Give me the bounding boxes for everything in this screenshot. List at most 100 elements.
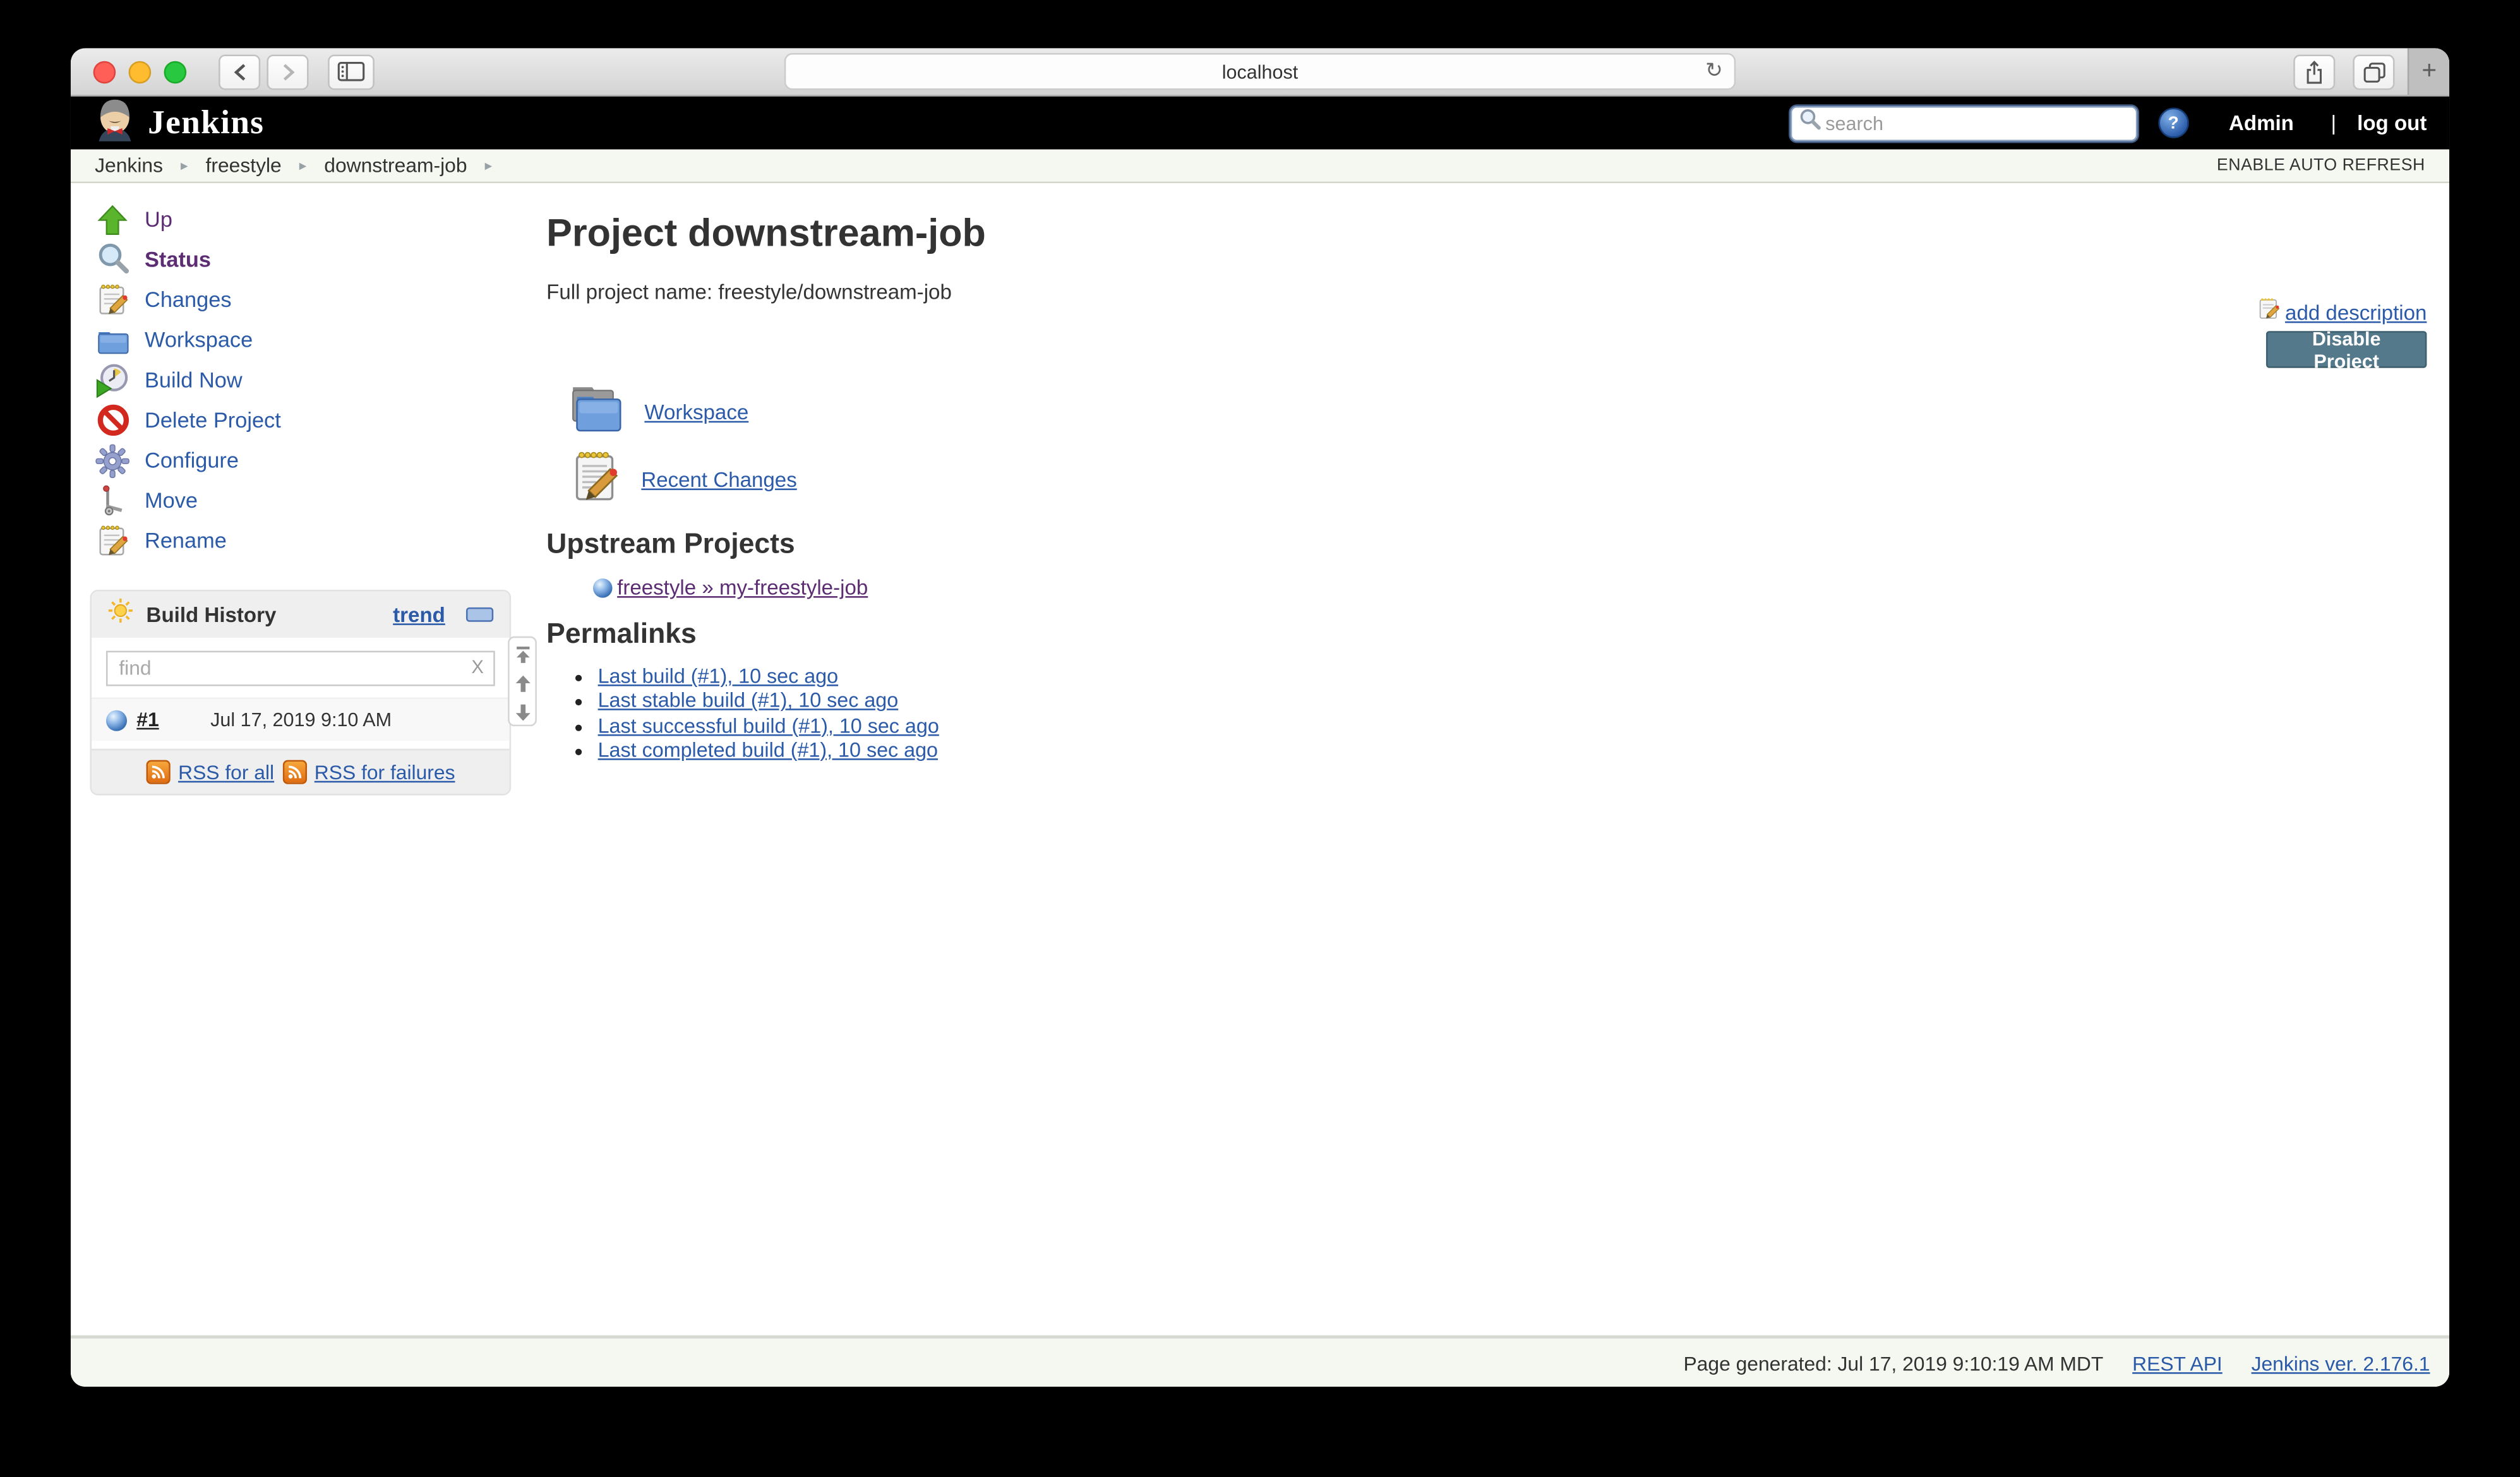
gear-icon [93, 441, 132, 480]
address-bar[interactable]: localhost ↻ [784, 53, 1736, 90]
scroll-up-icon[interactable] [513, 672, 531, 701]
sidebar-item-changes[interactable]: Changes [93, 280, 281, 320]
page-title: Project downstream-job [546, 212, 986, 257]
sidebar-toggle-button[interactable] [328, 54, 375, 89]
breadcrumb-jenkins[interactable]: Jenkins [95, 154, 163, 177]
sidebar-item-workspace[interactable]: Workspace [93, 320, 281, 360]
scroll-to-top-icon[interactable] [513, 643, 531, 672]
build-number-link[interactable]: #1 [136, 709, 159, 731]
sidebar-item-status[interactable]: Status [93, 239, 281, 280]
permalinks-heading: Permalinks [546, 617, 697, 650]
sidebar-item-delete-project[interactable]: Delete Project [93, 400, 281, 441]
url-text: localhost [1222, 60, 1299, 83]
enable-auto-refresh-link[interactable]: ENABLE AUTO REFRESH [2217, 156, 2425, 176]
page-content: Up Status Changes [71, 183, 2449, 1336]
chevron-right-icon: ▸ [299, 157, 307, 174]
rss-for-all-link[interactable]: RSS for all [178, 761, 274, 784]
recent-changes-link[interactable]: Recent Changes [641, 467, 796, 491]
search-box [1790, 105, 2137, 141]
add-description-row: add description [2256, 296, 2427, 329]
recent-changes-icon [570, 446, 621, 512]
sidebar-item-label: Status [145, 248, 211, 272]
workspace-folder-icon [570, 383, 625, 442]
rss-icon [282, 760, 306, 784]
task-sidebar: Up Status Changes [93, 200, 281, 561]
last-build-link[interactable]: Last build (#1), 10 sec ago [598, 665, 839, 688]
last-successful-build-link[interactable]: Last successful build (#1), 10 sec ago [598, 714, 939, 737]
browser-toolbar: localhost ↻ + [71, 48, 2449, 96]
workspace-link[interactable]: Workspace [644, 400, 748, 424]
permalink-item: Last completed build (#1), 10 sec ago [598, 739, 939, 763]
clear-find-icon[interactable]: X [471, 659, 484, 678]
sidebar-item-move[interactable]: Move [93, 481, 281, 521]
add-description-link[interactable]: add description [2285, 301, 2427, 325]
zoom-window-button[interactable] [164, 60, 187, 83]
jenkins-home-link[interactable]: Jenkins [93, 97, 265, 150]
workspace-row: Workspace [570, 383, 748, 442]
page-generated-text: Page generated: Jul 17, 2019 9:10:19 AM … [1683, 1352, 2103, 1375]
disable-project-button[interactable]: Disable Project [2266, 331, 2427, 368]
sidebar-item-label: Up [145, 207, 172, 231]
trend-link[interactable]: trend [393, 602, 445, 626]
sidebar-item-up[interactable]: Up [93, 200, 281, 240]
reload-icon[interactable]: ↻ [1705, 58, 1723, 84]
share-button[interactable] [2293, 54, 2335, 89]
sidebar-item-build-now[interactable]: Build Now [93, 360, 281, 400]
search-input[interactable] [1822, 110, 2129, 136]
build-history-footer: RSS for all RSS for failures [92, 749, 510, 794]
edit-description-icon [2256, 296, 2282, 329]
upstream-project-row: freestyle » my-freestyle-job [593, 575, 868, 599]
breadcrumb: Jenkins ▸ freestyle ▸ downstream-job ▸ E… [71, 150, 2449, 183]
close-window-button[interactable] [93, 60, 116, 83]
sidebar-item-label: Changes [145, 287, 232, 311]
tabs-icon [2361, 60, 2385, 83]
build-history-scroll-control [508, 637, 537, 726]
sidebar-item-label: Delete Project [145, 408, 281, 432]
no-entry-icon [93, 401, 132, 440]
breadcrumb-freestyle[interactable]: freestyle [206, 154, 282, 177]
collapse-icon[interactable] [466, 607, 493, 622]
build-row[interactable]: #1 Jul 17, 2019 9:10 AM [92, 697, 510, 741]
find-input[interactable] [106, 651, 495, 686]
brand-name: Jenkins [148, 103, 264, 143]
user-link[interactable]: Admin [2229, 111, 2294, 135]
tab-overview-button[interactable] [2353, 54, 2394, 89]
rest-api-link[interactable]: REST API [2132, 1352, 2223, 1375]
last-stable-build-link[interactable]: Last stable build (#1), 10 sec ago [598, 690, 899, 712]
jenkins-version-link[interactable]: Jenkins ver. 2.176.1 [2252, 1352, 2430, 1375]
recent-changes-row: Recent Changes [570, 446, 796, 512]
sidebar-item-configure[interactable]: Configure [93, 440, 281, 481]
rss-for-failures-link[interactable]: RSS for failures [315, 761, 455, 784]
jenkins-butler-logo [93, 97, 137, 150]
screen: localhost ↻ + Jenkins [0, 0, 2520, 1477]
help-icon[interactable]: ? [2158, 107, 2188, 138]
notepad-icon [93, 280, 132, 319]
sidebar-icon [337, 61, 364, 82]
back-button[interactable] [219, 54, 260, 89]
build-history-header: Build History trend [92, 591, 510, 638]
scroll-down-icon[interactable] [513, 700, 531, 729]
window-controls [93, 60, 187, 83]
sidebar-item-label: Workspace [145, 328, 253, 352]
blue-ball-icon [593, 578, 613, 597]
sun-icon [107, 598, 133, 631]
permalink-item: Last stable build (#1), 10 sec ago [598, 690, 939, 714]
build-history-find: X [92, 638, 510, 697]
upstream-project-link[interactable]: freestyle » my-freestyle-job [617, 575, 868, 599]
new-tab-button[interactable]: + [2408, 48, 2449, 95]
folder-icon [93, 321, 132, 359]
rss-icon [146, 760, 170, 784]
logout-link[interactable]: log out [2357, 111, 2427, 135]
share-icon [2303, 59, 2325, 85]
dolly-icon [93, 481, 132, 520]
magnifier-icon [93, 240, 132, 278]
breadcrumb-downstream-job[interactable]: downstream-job [324, 154, 467, 177]
build-clock-icon [93, 361, 132, 399]
last-completed-build-link[interactable]: Last completed build (#1), 10 sec ago [598, 739, 938, 762]
forward-button[interactable] [267, 54, 308, 89]
search-icon [1798, 107, 1822, 139]
upstream-projects-heading: Upstream Projects [546, 527, 795, 561]
minimize-window-button[interactable] [129, 60, 152, 83]
sidebar-item-rename[interactable]: Rename [93, 520, 281, 561]
notepad-icon [93, 522, 132, 560]
